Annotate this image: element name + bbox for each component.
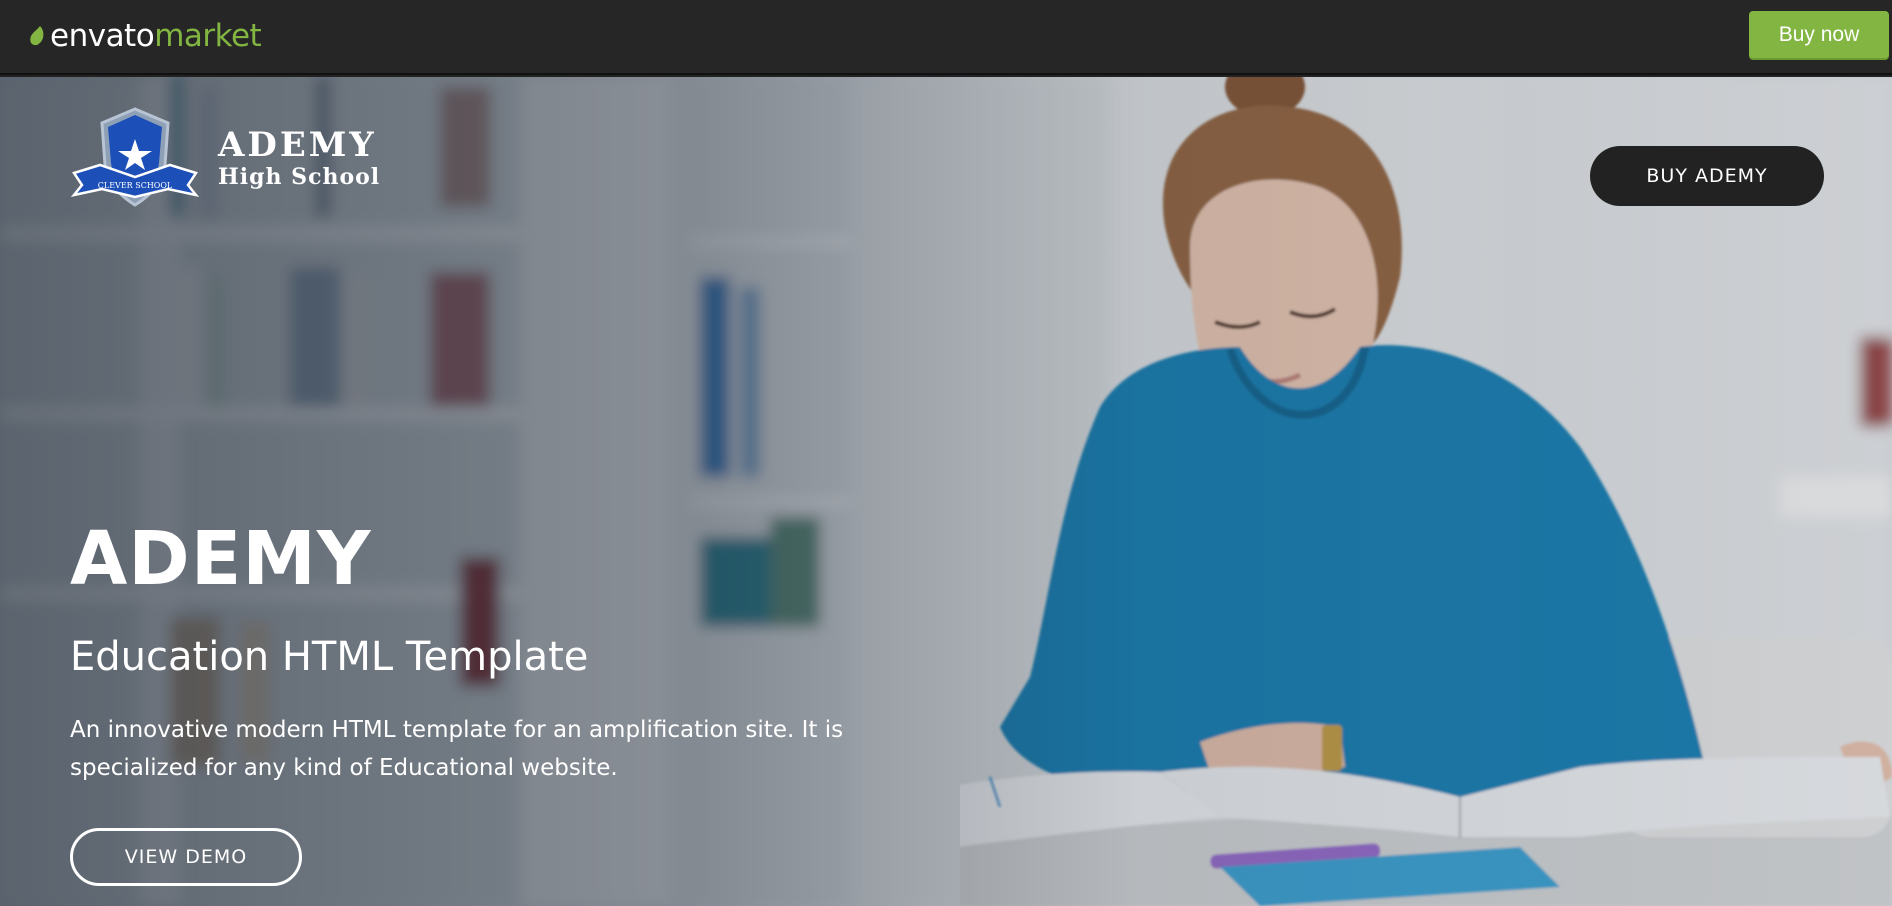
ademy-school-logo[interactable]: CLEVER SCHOOL ADEMY High School (70, 105, 380, 211)
school-name-block: ADEMY High School (218, 126, 380, 190)
buy-ademy-button[interactable]: BUY ADEMY (1590, 146, 1824, 206)
view-demo-button[interactable]: VIEW DEMO (70, 828, 302, 886)
hero-section: CLEVER SCHOOL ADEMY High School BUY ADEM… (0, 77, 1892, 906)
shield-crest-icon: CLEVER SCHOOL (70, 107, 200, 207)
envato-logo-text: envato (50, 18, 155, 54)
hero-title: ADEMY (70, 516, 372, 602)
envato-leaf-icon (30, 26, 44, 46)
envato-top-bar: envato market Buy now (0, 0, 1892, 75)
crest-ribbon-text: CLEVER SCHOOL (98, 181, 173, 190)
buy-now-button[interactable]: Buy now (1749, 11, 1889, 58)
school-name: ADEMY (218, 125, 377, 165)
hero-description: An innovative modern HTML template for a… (70, 717, 844, 781)
envato-market-logo[interactable]: envato market (28, 16, 262, 56)
school-subtitle: High School (218, 164, 381, 190)
market-logo-text: market (154, 18, 262, 54)
hero-subtitle: Education HTML Template (70, 634, 589, 680)
